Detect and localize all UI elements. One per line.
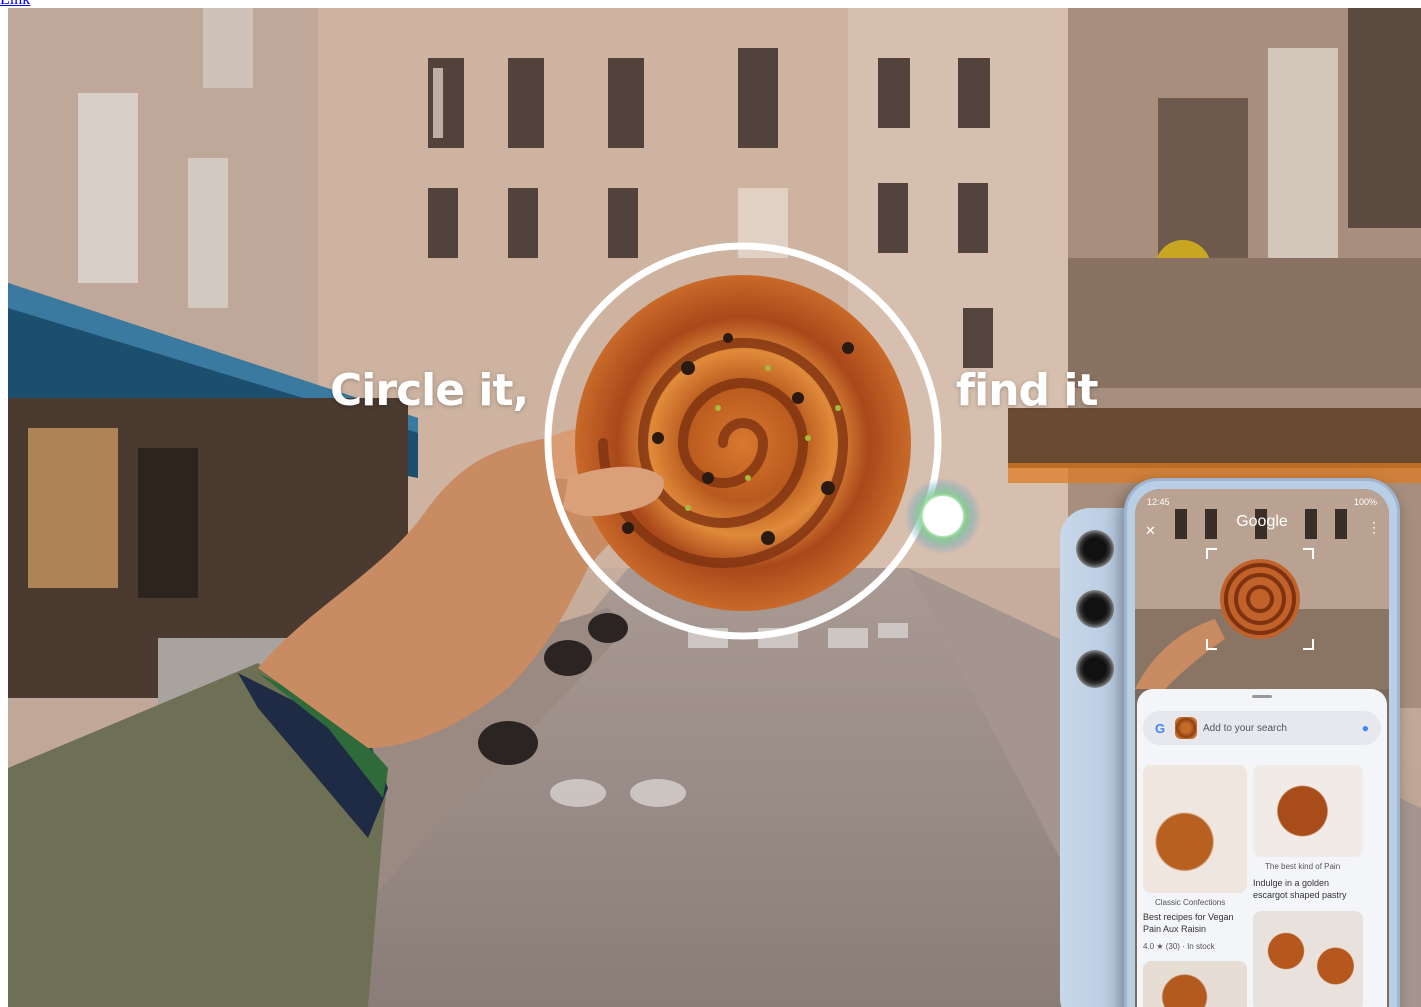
- search-placeholder: Add to your search: [1203, 722, 1287, 734]
- results-sheet: G Add to your search ● Classic Confectio…: [1137, 689, 1387, 1007]
- phone-screen: 12:45 100% Google ✕ ⋮ G Add to your sear…: [1135, 489, 1389, 1007]
- result-meta: 4.0 ★ (30) · In stock: [1143, 942, 1215, 951]
- mic-icon[interactable]: ●: [1362, 721, 1369, 735]
- result-image[interactable]: [1253, 765, 1363, 857]
- photo-scene: Circle it, find it 12:45 100% Google ✕ ⋮: [8, 8, 1421, 1007]
- search-bar[interactable]: G Add to your search ●: [1143, 711, 1381, 745]
- caption-link[interactable]: Link: [0, 0, 30, 8]
- camera-lens-icon: [1076, 650, 1114, 688]
- result-image[interactable]: [1143, 765, 1247, 893]
- phone: 12:45 100% Google ✕ ⋮ G Add to your sear…: [1124, 478, 1400, 1007]
- sheet-handle[interactable]: [1252, 695, 1272, 698]
- result-source: The best kind of Pain: [1265, 862, 1341, 871]
- camera-lens-icon: [1076, 590, 1114, 628]
- status-bar: 12:45 100%: [1147, 497, 1377, 507]
- headline-right: find it: [956, 365, 1098, 416]
- result-image[interactable]: [1253, 911, 1363, 1007]
- close-icon[interactable]: ✕: [1145, 523, 1156, 539]
- more-vert-icon[interactable]: ⋮: [1367, 519, 1381, 536]
- result-title[interactable]: Indulge in a golden escargot shaped past…: [1253, 877, 1363, 901]
- status-time: 12:45: [1147, 497, 1170, 507]
- camera-lens-icon: [1076, 530, 1114, 568]
- result-title[interactable]: Best recipes for Vegan Pain Aux Raisin: [1143, 911, 1247, 935]
- status-battery: 100%: [1353, 497, 1377, 507]
- app-title: Google: [1236, 513, 1288, 530]
- headline-left: Circle it,: [330, 365, 529, 416]
- google-g-icon: G: [1154, 720, 1166, 736]
- search-thumbnail: [1175, 717, 1197, 739]
- result-source: Classic Confections: [1155, 898, 1226, 907]
- result-image[interactable]: [1143, 961, 1247, 1007]
